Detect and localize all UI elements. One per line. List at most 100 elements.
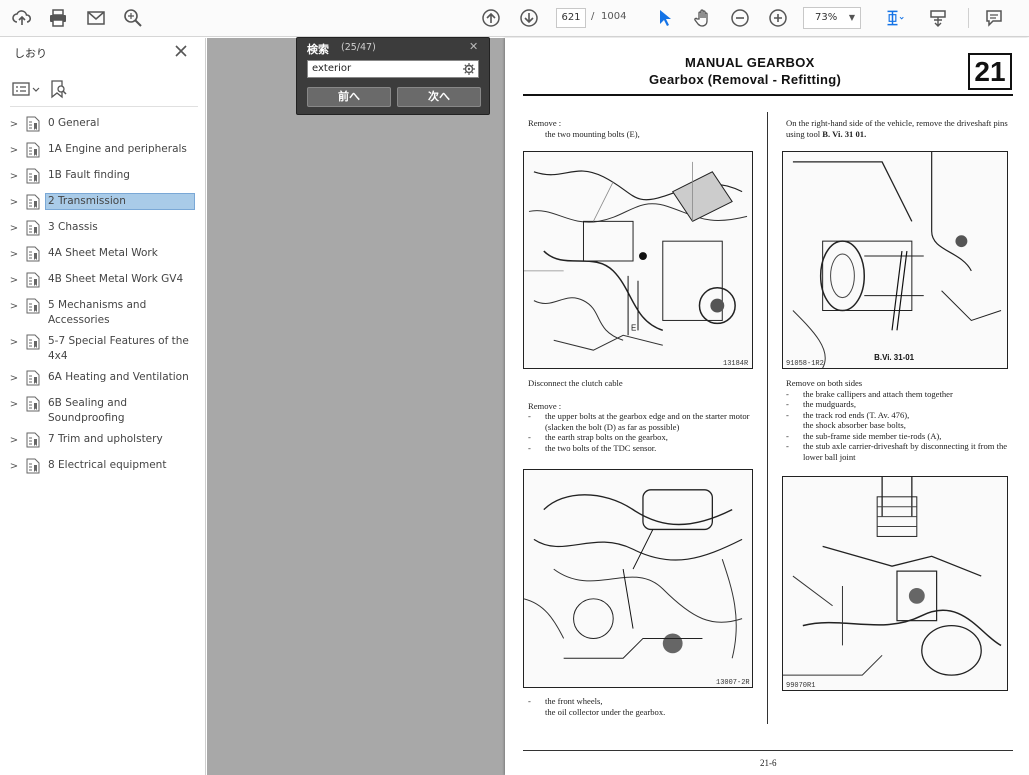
bookmark-label: 6A Heating and Ventilation [48, 371, 189, 383]
zoom-select[interactable]: 73% ▼ [803, 7, 861, 29]
bookmark-search-icon[interactable] [50, 79, 68, 99]
chevron-right-icon[interactable]: > [8, 459, 20, 473]
zoom-in-icon[interactable] [765, 5, 791, 31]
chevron-right-icon[interactable]: > [8, 433, 20, 447]
zoom-search-icon[interactable] [120, 5, 146, 31]
bookmark-label: 0 General [48, 117, 100, 129]
column-divider [767, 112, 768, 724]
text-line: the brake callipers and attach them toge… [803, 388, 953, 399]
find-panel: 検索 (25/47) ✕ exterior 前へ 次へ [296, 37, 490, 115]
chevron-right-icon[interactable]: > [8, 195, 20, 209]
bookmark-label: 1B Fault finding [48, 169, 130, 181]
chevron-right-icon[interactable]: > [8, 221, 20, 235]
text-line: the stub axle carrier-driveshaft by disc… [803, 441, 1008, 462]
figure-code: 91058-1R2 [786, 360, 824, 368]
scroll-mode-icon[interactable] [925, 5, 951, 31]
bookmark-item[interactable]: > 1B Fault finding [8, 168, 202, 184]
right-text-block-1: On the right-hand side of the vehicle, r… [786, 118, 1008, 139]
bookmark-page-icon [26, 220, 40, 236]
find-title: 検索 [307, 43, 329, 56]
tool-reference: B. Vi. 31 01. [822, 128, 867, 139]
page-footer-number: 21-6 [760, 758, 777, 768]
find-prev-button[interactable]: 前へ [307, 87, 391, 107]
bookmark-item[interactable]: > 6A Heating and Ventilation [8, 370, 202, 386]
bookmark-page-icon [26, 334, 40, 350]
bookmark-item[interactable]: > 7 Trim and upholstery [8, 432, 202, 448]
text-line: the two bolts of the TDC sensor. [545, 442, 657, 453]
options-menu-icon[interactable] [12, 81, 40, 97]
hand-icon[interactable] [690, 5, 716, 31]
figure-code: 99070R1 [786, 682, 816, 690]
select-cursor-icon[interactable] [652, 5, 678, 31]
chevron-right-icon[interactable]: > [8, 335, 20, 349]
bookmark-page-icon [26, 168, 40, 184]
chevron-right-icon[interactable]: > [8, 169, 20, 183]
bookmarks-panel: しおり > 0 General > 1A Engine and peripher… [0, 38, 206, 775]
panel-divider [10, 106, 198, 107]
bookmark-page-icon [26, 272, 40, 288]
comment-icon[interactable] [981, 5, 1007, 31]
bookmark-page-icon [26, 432, 40, 448]
bookmark-page-icon [26, 246, 40, 262]
bookmark-item[interactable]: > 4A Sheet Metal Work [8, 246, 202, 262]
chevron-right-icon[interactable]: > [8, 299, 20, 313]
bookmark-label: 1A Engine and peripherals [48, 143, 187, 155]
close-icon[interactable] [172, 42, 190, 60]
page-number-input[interactable]: 621 [556, 8, 586, 28]
chevron-right-icon[interactable]: > [8, 143, 20, 157]
page-header-title: MANUAL GEARBOX [685, 55, 815, 70]
bookmark-item[interactable]: > 6B Sealing and Soundproofing [8, 396, 202, 426]
bookmark-label: 5-7 Special Features of the 4x4 [48, 335, 189, 362]
chevron-right-icon[interactable]: > [8, 117, 20, 131]
find-result-count: (25/47) [341, 42, 376, 53]
bookmark-item[interactable]: > 1A Engine and peripherals [8, 142, 202, 158]
pdf-page: MANUAL GEARBOX Gearbox (Removal - Refitt… [505, 38, 1029, 775]
text-line: the front wheels, [545, 696, 603, 706]
chevron-right-icon[interactable]: > [8, 371, 20, 385]
text-line: the mudguards, [803, 399, 856, 409]
left-text-block-2: Disconnect the clutch cable Remove : - th… [528, 378, 753, 453]
text-heading: Remove : [528, 400, 562, 411]
left-text-block-1: Remove : the two mounting bolts (E), [528, 118, 753, 139]
upload-icon[interactable] [9, 5, 35, 31]
bookmark-label: 4B Sheet Metal Work GV4 [48, 273, 184, 285]
toolbar-divider [968, 8, 969, 28]
bookmark-item[interactable]: > 0 General [8, 116, 202, 132]
find-search-input[interactable]: exterior [307, 60, 479, 78]
bookmark-page-icon [26, 194, 40, 210]
page-up-icon[interactable] [478, 5, 504, 31]
bookmark-label: 2 Transmission [45, 193, 195, 210]
bookmark-item-selected[interactable]: > 2 Transmission [8, 193, 202, 210]
chevron-right-icon[interactable]: > [8, 273, 20, 287]
find-next-button[interactable]: 次へ [397, 87, 481, 107]
figure-tool-label: B.Vi. 31-01 [874, 353, 914, 362]
bookmark-item[interactable]: > 5-7 Special Features of the 4x4 [8, 334, 202, 364]
section-number-box: 21 [968, 53, 1012, 90]
text-line: the earth strap bolts on the gearbox, [545, 432, 668, 442]
print-icon[interactable] [45, 5, 71, 31]
close-icon[interactable]: ✕ [469, 40, 478, 53]
gear-icon[interactable] [463, 63, 475, 75]
page-down-icon[interactable] [516, 5, 542, 31]
text-line: the oil collector under the gearbox. [545, 706, 666, 717]
bookmark-label: 3 Chassis [48, 221, 98, 233]
left-text-block-3: - the front wheels, the oil collector und… [528, 696, 753, 717]
figure-suspension [782, 476, 1008, 691]
bookmark-item[interactable]: > 3 Chassis [8, 220, 202, 236]
chevron-down-icon: ▼ [848, 13, 855, 22]
zoom-out-icon[interactable] [727, 5, 753, 31]
main-toolbar: 621 / 1004 73% ▼ [0, 0, 1029, 37]
bookmark-item[interactable]: > 4B Sheet Metal Work GV4 [8, 272, 202, 288]
chevron-right-icon[interactable]: > [8, 397, 20, 411]
text-line: the shock absorber base bolts, [803, 420, 906, 430]
chevron-right-icon[interactable]: > [8, 247, 20, 261]
bookmark-page-icon [26, 298, 40, 314]
bookmark-item[interactable]: > 8 Electrical equipment [8, 458, 202, 474]
mail-icon[interactable] [83, 5, 109, 31]
figure-engine-bay-1: E [523, 151, 753, 369]
panel-title: しおり [14, 47, 47, 60]
bookmark-item[interactable]: > 5 Mechanisms and Accessories [8, 298, 202, 328]
fit-page-icon[interactable] [880, 5, 910, 31]
bookmark-label: 5 Mechanisms and Accessories [48, 299, 147, 326]
bookmark-page-icon [26, 116, 40, 132]
